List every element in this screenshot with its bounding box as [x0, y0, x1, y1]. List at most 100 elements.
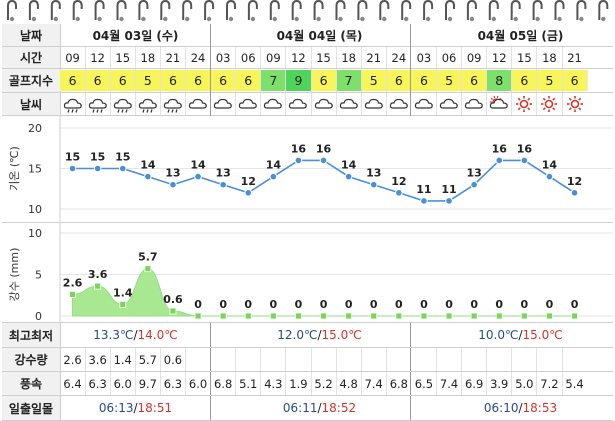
golf-index-cell: 6 [110, 70, 137, 91]
rain-amount-cell: 2.6 [63, 352, 82, 367]
data-label: 14 [542, 159, 558, 172]
column-divider [335, 348, 337, 371]
rain-amount-cell [386, 348, 411, 371]
column-divider [310, 93, 312, 115]
column-divider [461, 47, 463, 68]
column-divider [185, 372, 186, 395]
column-divider [511, 372, 513, 395]
data-label: 13 [466, 167, 481, 180]
time-cell: 03 [416, 50, 432, 65]
column-divider [335, 93, 337, 115]
wind-speed-cell: 5.4 [565, 376, 584, 391]
rain-amount-cell [437, 348, 462, 371]
column-divider [511, 47, 513, 68]
data-label: 11 [441, 183, 456, 196]
data-label: 0 [546, 298, 554, 311]
column-divider [536, 93, 538, 115]
y-tick-label: 10 [28, 203, 42, 216]
data-label: 13 [215, 167, 230, 180]
time-cell: 18 [341, 50, 356, 65]
cloud-icon [361, 93, 386, 115]
cloud-rain-icon [135, 93, 160, 115]
rain-point [445, 312, 453, 320]
day-header-3: 04월 05일 (금) [477, 28, 564, 43]
column-divider [159, 372, 161, 395]
data-label: 0 [470, 298, 478, 311]
time-cell: 21 [165, 50, 181, 65]
column-divider [461, 69, 463, 92]
cloud-icon [411, 93, 436, 115]
column-divider [134, 372, 136, 395]
rain-amount-cell [311, 348, 336, 371]
time-cell: 06 [441, 50, 457, 65]
golf-index-cell: 6 [235, 70, 262, 91]
rain-amount-cell [411, 348, 436, 371]
time-label: 시간 [2, 47, 61, 68]
weather-row: 날씨 [2, 93, 613, 116]
minmax-label: 최고최저 [2, 323, 61, 347]
golf-index-cell: 6 [386, 70, 413, 91]
data-label: 0 [370, 298, 378, 311]
golf-index-cell: 5 [536, 70, 563, 91]
rain-amount-row: 강수량 2.6 3.6 1.4 5.7 0.6 [2, 348, 613, 372]
column-divider [436, 47, 437, 68]
rain-amount-cell [336, 348, 361, 371]
rain-amount-cell [462, 348, 487, 371]
wind-speed-cell: 5.2 [314, 376, 333, 391]
cloud-icon [462, 93, 487, 115]
column-divider [260, 93, 262, 115]
column-divider [486, 348, 488, 371]
column-divider [536, 348, 538, 371]
cloud-icon [311, 93, 336, 115]
rain-amount-cell [211, 348, 236, 371]
wind-speed-cell: 4.3 [264, 376, 283, 391]
day-separator [410, 93, 412, 115]
weather-label: 날씨 [2, 93, 61, 115]
data-label: 14 [266, 159, 282, 172]
time-cell: 03 [215, 50, 231, 65]
column-divider [561, 348, 563, 371]
sun-row: 일출일몰 06:13/18:51 06:11/18:52 06:10/18:53 [2, 396, 613, 421]
day-header-1: 04월 03일 (수) [92, 28, 179, 43]
day-separator [410, 348, 412, 371]
column-divider [486, 47, 488, 68]
wind-speed-cell: 1.9 [289, 376, 308, 391]
time-cell: 21 [567, 50, 582, 65]
golf-index-cell: 7 [260, 70, 287, 91]
rain-point [194, 312, 202, 320]
column-divider [159, 47, 161, 68]
golf-index-cell: 6 [562, 70, 589, 91]
column-divider [310, 47, 312, 68]
column-divider [84, 372, 86, 395]
minmax-day-2: 12.0℃/15.0℃ [277, 328, 362, 342]
temperature-point [545, 172, 554, 181]
temperature-point [144, 172, 152, 181]
minmax-day-3: 10.0℃/15.0℃ [478, 328, 563, 342]
time-row: 시간 09 12 15 18 21 24 03 06 09 12 15 18 21 24 03 06 09 12 1… [2, 47, 613, 69]
column-divider [561, 69, 563, 92]
time-cell: 12 [491, 50, 507, 65]
column-divider [360, 93, 362, 115]
data-label: 0 [445, 298, 453, 311]
rain-point [119, 300, 127, 308]
rain-point [571, 312, 578, 320]
wind-speed-cell: 6.3 [163, 376, 183, 391]
y-tick-label: 0 [35, 310, 42, 322]
column-divider [159, 69, 161, 92]
data-label: 0 [420, 298, 428, 311]
cloud-icon [286, 93, 311, 115]
y-axis-label: 기온 (℃) [8, 146, 21, 191]
time-cell: 09 [466, 50, 482, 65]
wind-speed-cell: 6.8 [213, 376, 233, 391]
column-divider [109, 348, 111, 371]
column-divider [260, 348, 262, 371]
day-header-2: 04월 04일 (목) [276, 28, 363, 43]
sun-label: 일출일몰 [2, 396, 61, 420]
wind-speed-cell: 6.0 [113, 376, 132, 391]
golf-index-cell: 9 [285, 70, 312, 91]
temperature-point [319, 156, 328, 165]
temperature-point [470, 180, 478, 189]
column-divider [561, 372, 563, 395]
rain-amount-cell [186, 348, 211, 371]
data-label: 12 [241, 175, 256, 188]
